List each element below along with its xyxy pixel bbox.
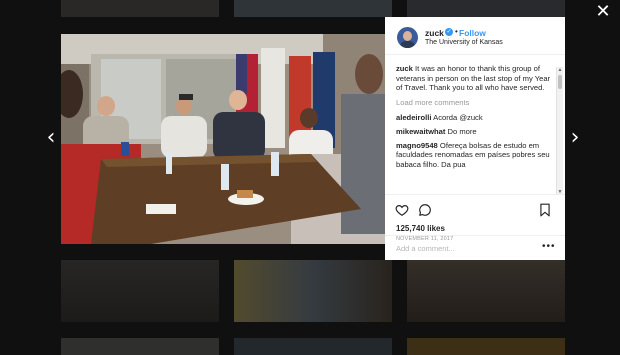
location-link[interactable]: The University of Kansas [425, 39, 503, 46]
comment-item: mikewaitwhat Do more [396, 127, 554, 137]
close-icon[interactable]: ✕ [594, 2, 612, 20]
load-more-comments[interactable]: Load more comments [396, 98, 554, 108]
chevron-right-icon[interactable]: › [568, 127, 582, 149]
photo-illustration [61, 34, 385, 244]
verified-badge-icon: ✓ [445, 28, 453, 36]
instagram-post-lightbox: ✕ ‹ › zuck ✓ • Follow The University of … [0, 0, 620, 355]
chevron-left-icon[interactable]: ‹ [44, 127, 58, 149]
comments-scrollbar[interactable]: ▲ ▼ [556, 67, 563, 195]
caption: zuck It was an honor to thank this group… [396, 64, 554, 93]
follow-button[interactable]: Follow [459, 28, 486, 38]
scrollbar-thumb[interactable] [558, 75, 562, 89]
comment-username[interactable]: aledeirolli [396, 113, 431, 122]
comment-item: magno9548 Ofereça bolsas de estudo em fa… [396, 141, 554, 170]
comment-text: Acorda @zuck [433, 113, 483, 123]
avatar-face [403, 31, 412, 41]
add-comment-bar: Add a comment... ••• [385, 235, 565, 260]
likes-count[interactable]: 125,740 likes [396, 224, 445, 233]
comment-bubble-icon[interactable] [418, 203, 432, 217]
comment-username[interactable]: mikewaitwhat [396, 127, 445, 136]
heart-icon[interactable] [395, 203, 409, 217]
comments-list: zuck It was an honor to thank this group… [396, 64, 554, 192]
post-side-panel: zuck ✓ • Follow The University of Kansas… [385, 17, 565, 260]
post-header: zuck ✓ • Follow The University of Kansas [385, 17, 565, 55]
caption-text: It was an honor to thank this group of v… [396, 64, 551, 93]
bookmark-icon[interactable] [539, 203, 551, 217]
post-photo[interactable] [61, 34, 385, 244]
comment-item: aledeirolli Acorda @zuck [396, 113, 554, 123]
separator-dot: • [455, 27, 458, 36]
more-options-icon[interactable]: ••• [542, 241, 556, 252]
comment-text: Do more [447, 126, 477, 136]
comment-username[interactable]: magno9548 [396, 141, 438, 150]
avatar-body [400, 41, 415, 48]
avatar[interactable] [397, 27, 418, 48]
add-comment-input[interactable]: Add a comment... [396, 244, 455, 253]
username-link[interactable]: zuck [425, 28, 444, 38]
scroll-up-icon[interactable]: ▲ [557, 67, 563, 73]
caption-username[interactable]: zuck [396, 64, 413, 73]
